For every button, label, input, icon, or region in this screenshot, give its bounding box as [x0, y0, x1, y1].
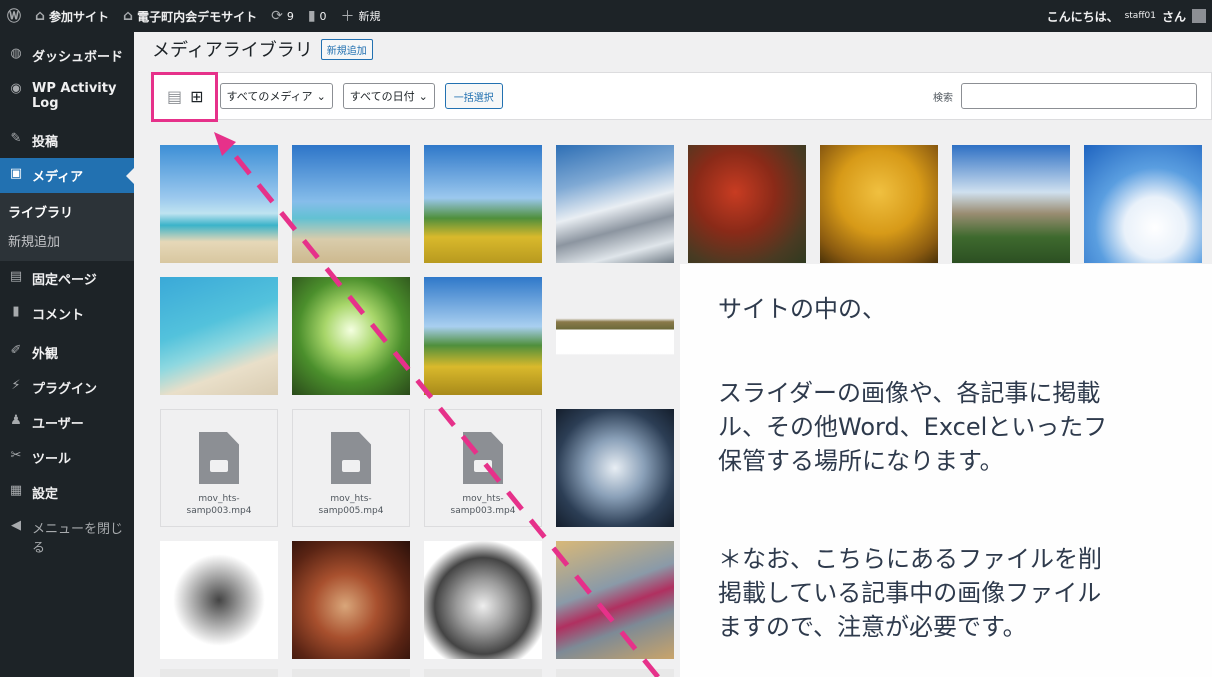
- arrow-line: [226, 145, 660, 677]
- arrow-head-icon: [214, 132, 236, 156]
- annotation-arrow: [214, 132, 660, 677]
